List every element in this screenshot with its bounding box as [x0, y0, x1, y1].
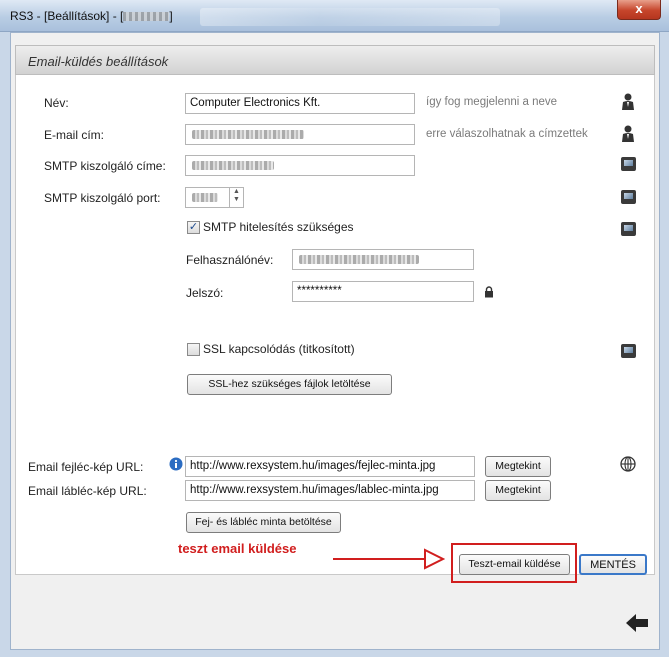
email-hint: erre válaszolhatnak a címzettek: [426, 128, 588, 140]
smtp-port-label: SMTP kiszolgáló port:: [44, 191, 161, 205]
view-footer-button[interactable]: Megtekint: [485, 480, 551, 501]
panel-header: Email-küldés beállítások: [15, 45, 655, 75]
window-title: RS3 - [Beállítások] - []: [10, 9, 173, 23]
name-hint: így fog megjelenni a neve: [426, 96, 558, 108]
view-header-button[interactable]: Megtekint: [485, 456, 551, 477]
footer-image-label: Email lábléc-kép URL:: [28, 484, 147, 498]
port-spinner[interactable]: ▲ ▼: [229, 188, 243, 207]
username-label: Felhasználónév:: [186, 253, 274, 267]
lock-icon: [485, 286, 493, 298]
person-icon: [622, 93, 634, 110]
panel-title: Email-küldés beállítások: [28, 54, 169, 69]
save-button[interactable]: MENTÉS: [579, 554, 647, 575]
username-field[interactable]: [292, 249, 474, 270]
monitor-icon: [621, 344, 636, 358]
password-label: Jelszó:: [186, 286, 224, 300]
blurred-title-part: [123, 12, 170, 22]
redacted-username: [299, 255, 419, 264]
blurred-taskbar-area: [200, 8, 500, 26]
header-image-label: Email fejléc-kép URL:: [28, 460, 144, 474]
redacted-email: [192, 130, 304, 139]
monitor-icon: [621, 190, 636, 204]
annotation-arrow-icon: [333, 548, 445, 570]
ssl-label[interactable]: SSL kapcsolódás (titkosított): [203, 342, 355, 356]
smtp-host-field[interactable]: [185, 155, 415, 176]
globe-icon: [620, 456, 636, 472]
ssl-download-button[interactable]: SSL-hez szükséges fájlok letöltése: [187, 374, 392, 395]
email-field[interactable]: [185, 124, 415, 145]
name-field[interactable]: Computer Electronics Kft.: [185, 93, 415, 114]
test-email-annotation: teszt email küldése: [178, 541, 297, 556]
password-field[interactable]: **********: [292, 281, 474, 302]
auth-label[interactable]: SMTP hitelesítés szükséges: [203, 220, 354, 234]
test-email-button[interactable]: Teszt-email küldése: [459, 554, 570, 575]
person-icon: [622, 125, 634, 142]
header-image-field[interactable]: http://www.rexsystem.hu/images/fejlec-mi…: [185, 456, 475, 477]
load-sample-button[interactable]: Fej- és lábléc minta betöltése: [186, 512, 341, 533]
name-label: Név:: [44, 96, 69, 110]
redacted-smtp-port: [192, 193, 218, 202]
window-titlebar: RS3 - [Beállítások] - [] x: [0, 0, 669, 32]
ssl-checkbox[interactable]: [187, 343, 200, 356]
info-icon[interactable]: [169, 457, 183, 471]
monitor-icon: [621, 157, 636, 171]
back-arrow-icon[interactable]: [626, 614, 648, 632]
auth-checkbox[interactable]: ✓: [187, 221, 200, 234]
close-button[interactable]: x: [617, 0, 661, 20]
footer-image-field[interactable]: http://www.rexsystem.hu/images/lablec-mi…: [185, 480, 475, 501]
email-label: E-mail cím:: [44, 128, 104, 142]
monitor-icon: [621, 222, 636, 236]
smtp-host-label: SMTP kiszolgáló címe:: [44, 159, 166, 173]
redacted-smtp-host: [192, 161, 274, 170]
